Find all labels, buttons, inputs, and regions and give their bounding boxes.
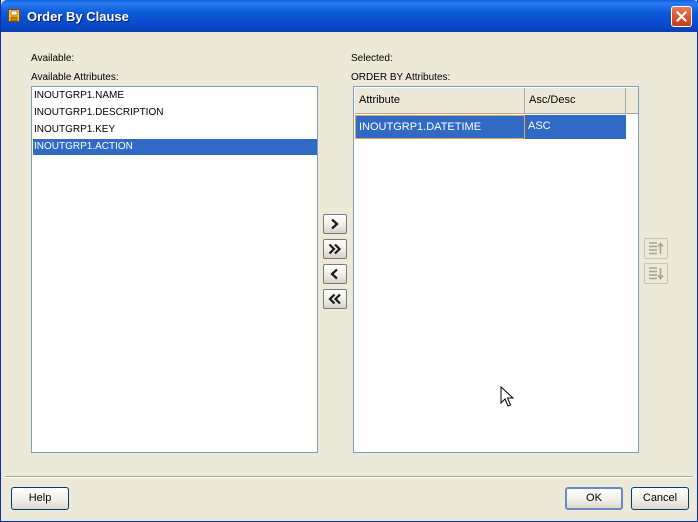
move-all-right-button[interactable]: [323, 239, 347, 259]
close-button[interactable]: [671, 6, 692, 27]
column-header-attribute[interactable]: Attribute: [355, 88, 525, 114]
list-item[interactable]: INOUTGRP1.DESCRIPTION: [33, 105, 317, 121]
mouse-cursor-icon: [500, 385, 515, 411]
move-up-button[interactable]: [644, 238, 668, 259]
available-attributes-list[interactable]: INOUTGRP1.NAME INOUTGRP1.DESCRIPTION INO…: [31, 86, 318, 453]
chevron-left-icon: [330, 268, 338, 280]
double-chevron-left-icon: [328, 293, 341, 305]
list-item[interactable]: INOUTGRP1.NAME: [33, 88, 317, 104]
order-by-table[interactable]: Attribute Asc/Desc INOUTGRP1.DATETIME AS…: [353, 86, 639, 453]
table-cell-order[interactable]: ASC: [525, 115, 626, 139]
app-icon: [8, 9, 20, 22]
order-by-dialog: Order By Clause Available: Available Att…: [0, 0, 698, 522]
help-button[interactable]: Help: [11, 487, 69, 510]
list-item-selected[interactable]: INOUTGRP1.ACTION: [33, 139, 317, 155]
move-left-button[interactable]: [323, 264, 347, 284]
move-right-button[interactable]: [323, 214, 347, 234]
move-up-icon: [649, 242, 664, 255]
move-down-button[interactable]: [644, 263, 668, 284]
available-attributes-label: Available Attributes:: [31, 72, 119, 83]
move-down-icon: [649, 267, 664, 280]
column-header-asc-desc[interactable]: Asc/Desc: [525, 88, 626, 114]
column-header-filler: [626, 88, 638, 114]
ok-button[interactable]: OK: [565, 487, 623, 510]
cancel-button[interactable]: Cancel: [631, 487, 689, 510]
chevron-right-icon: [331, 218, 339, 230]
order-by-attributes-label: ORDER BY Attributes:: [351, 72, 451, 83]
title-bar[interactable]: Order By Clause: [1, 0, 698, 32]
selected-group-label: Selected:: [351, 53, 393, 64]
footer-divider: [5, 476, 693, 478]
double-chevron-right-icon: [328, 243, 342, 255]
list-item[interactable]: INOUTGRP1.KEY: [33, 122, 317, 138]
window-title: Order By Clause: [27, 9, 129, 24]
move-all-left-button[interactable]: [323, 289, 347, 309]
close-icon: [676, 11, 687, 22]
table-cell-attribute[interactable]: INOUTGRP1.DATETIME: [355, 115, 525, 139]
available-group-label: Available:: [31, 53, 75, 64]
